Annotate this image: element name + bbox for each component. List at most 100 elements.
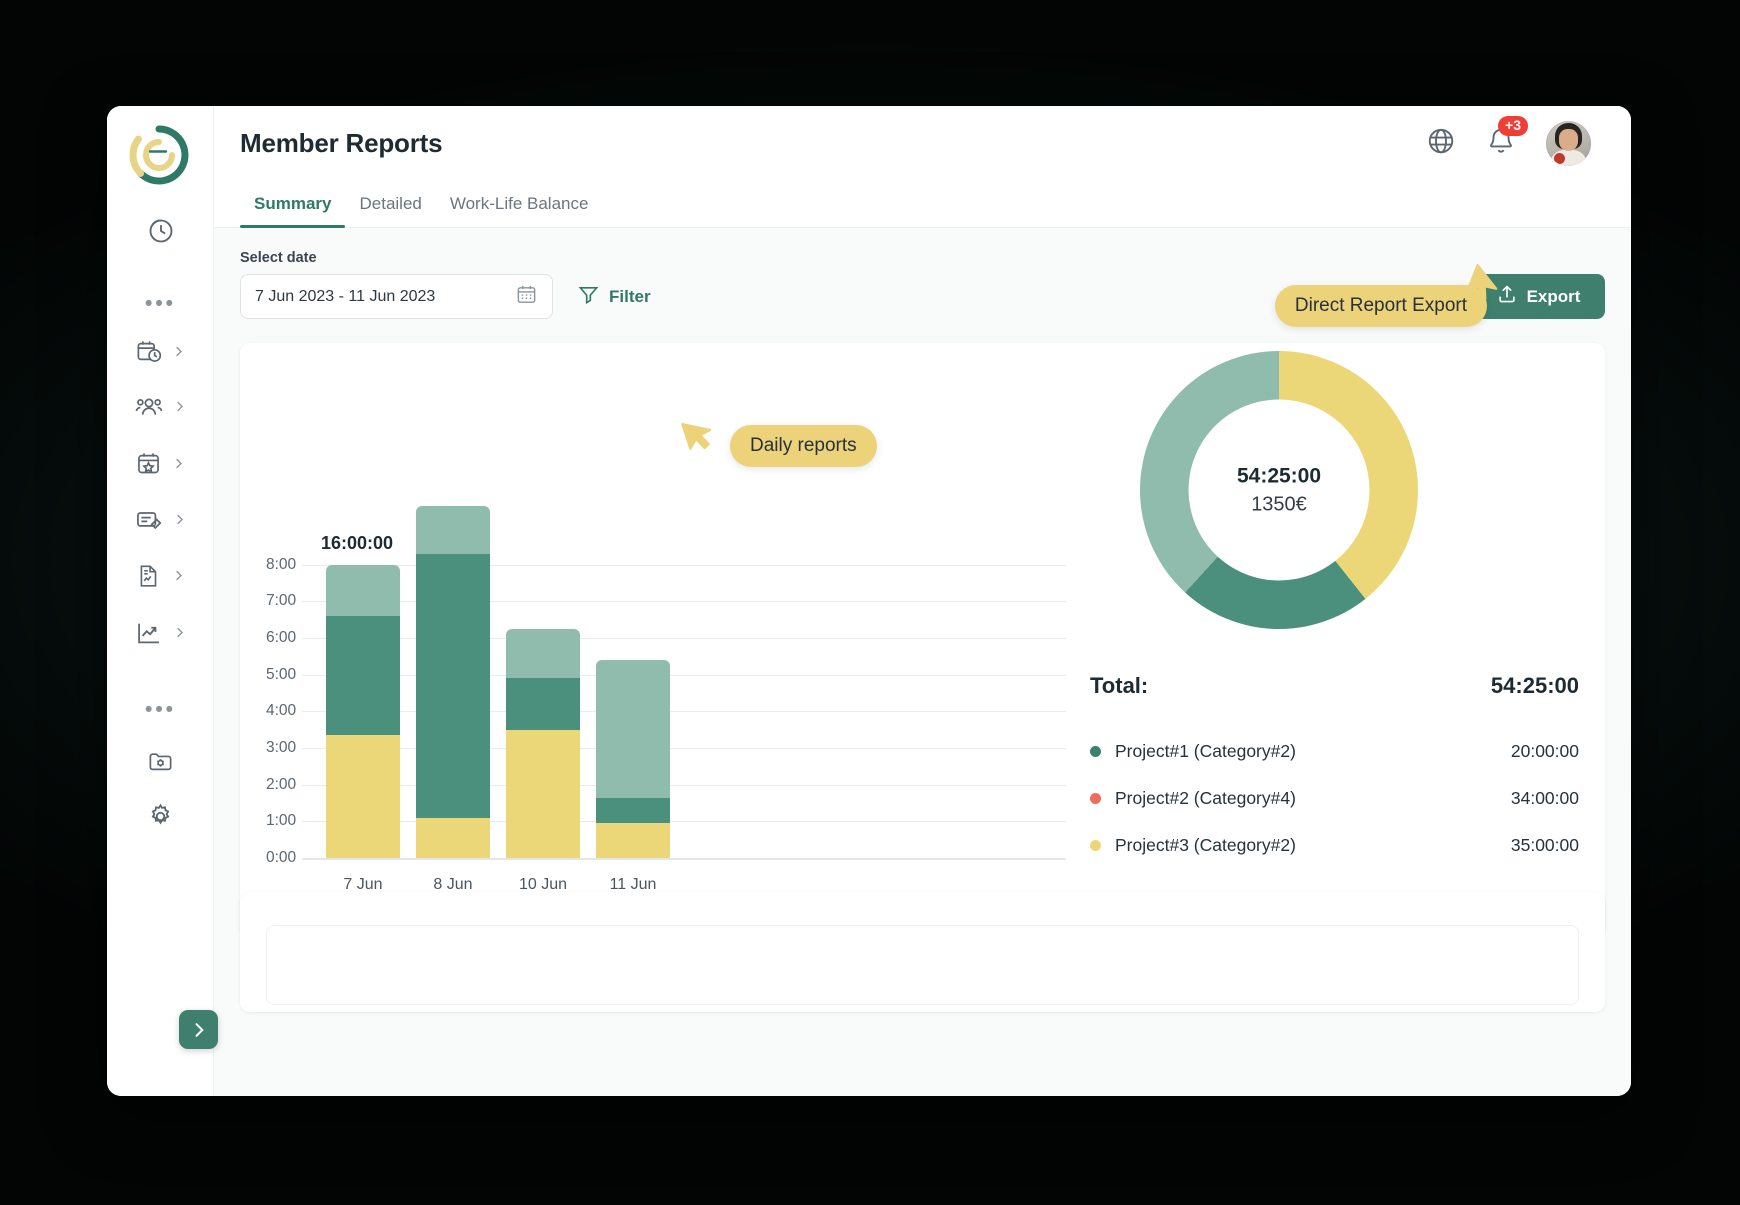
legend-dot-project-3 xyxy=(1090,840,1101,851)
project-legend: Project#1 (Category#2) 20:00:00 Project#… xyxy=(1090,741,1579,882)
document-chart-icon xyxy=(136,563,162,594)
projects-donut-chart: 54:25:00 1350€ xyxy=(1140,351,1418,629)
bar-segment xyxy=(416,817,490,858)
chevron-right-icon xyxy=(171,568,186,588)
bar-segment xyxy=(506,678,580,730)
bar-segment xyxy=(326,735,400,858)
content-column: Member Reports +3 Summary Detailed Work-… xyxy=(214,106,1631,1096)
page-body: Select date 7 Jun 2023 - 11 Jun 2023 Fil… xyxy=(214,228,1631,1096)
legend-dot-project-1 xyxy=(1090,746,1101,757)
donut-center: 54:25:00 1350€ xyxy=(1188,399,1370,581)
calendar-clock-icon xyxy=(135,338,162,370)
people-icon xyxy=(135,393,163,426)
bar-total-label: 16:00:00 xyxy=(321,532,394,553)
sidebar-item-reports[interactable] xyxy=(107,558,214,598)
plot-area: 0:00 1:00 2:00 3:00 4:00 5:00 6:00 7:00 8:00 7 Ju… xyxy=(266,506,1066,893)
trend-chart-icon xyxy=(135,619,163,652)
bar-segment xyxy=(596,797,670,824)
y-axis-tick-label: 7:00 xyxy=(266,592,297,610)
chevron-right-icon xyxy=(172,625,187,645)
notifications-button[interactable]: +3 xyxy=(1486,115,1528,161)
calendar-icon xyxy=(515,283,538,311)
funnel-icon xyxy=(577,283,600,311)
sidebar-item-notes[interactable] xyxy=(107,502,214,542)
date-range-input[interactable]: 7 Jun 2023 - 11 Jun 2023 xyxy=(240,274,553,319)
globe-icon[interactable] xyxy=(1426,126,1456,161)
date-picker-label: Select date xyxy=(240,250,317,266)
tab-work-life-balance[interactable]: Work-Life Balance xyxy=(436,194,603,227)
y-axis-tick-label: 2:00 xyxy=(266,775,297,793)
bar-segment xyxy=(596,660,670,798)
bar-segment xyxy=(596,823,670,858)
chevron-right-icon xyxy=(172,512,187,532)
bar-7-jun[interactable] xyxy=(326,564,400,858)
donut-total-time: 54:25:00 xyxy=(1236,464,1322,487)
topbar-actions: +3 xyxy=(1426,115,1591,166)
y-axis-tick-label: 1:00 xyxy=(266,812,297,830)
note-edit-icon xyxy=(135,506,163,539)
cursor-pointer-daily-icon xyxy=(678,415,720,462)
tab-summary[interactable]: Summary xyxy=(240,194,346,228)
bar-segment xyxy=(326,564,400,617)
reports-card: Daily reports 0:00 1:00 2:00 3:00 4:00 5:00 6:… xyxy=(240,343,1605,938)
tab-detailed[interactable]: Detailed xyxy=(345,194,435,227)
legend-label: Project#2 (Category#4) xyxy=(1115,788,1296,808)
y-axis-tick-label: 8:00 xyxy=(266,555,297,573)
app-window: ••• ••• Member Reports +3 Summary Detail… xyxy=(107,106,1631,1096)
filter-button[interactable]: Filter xyxy=(577,274,651,319)
bar-11-jun[interactable] xyxy=(596,660,670,858)
bar-10-jun[interactable] xyxy=(506,628,580,858)
tooltip-daily-reports: Daily reports xyxy=(730,425,877,467)
secondary-card xyxy=(240,892,1605,1012)
bar-8-jun[interactable] xyxy=(416,506,490,858)
chevron-right-icon xyxy=(171,344,186,364)
total-row: Total: 54:25:00 xyxy=(1090,673,1579,699)
sidebar-item-team[interactable] xyxy=(107,389,214,429)
controls-row: Select date 7 Jun 2023 - 11 Jun 2023 Fil… xyxy=(240,250,1605,327)
y-axis-tick-label: 4:00 xyxy=(266,702,297,720)
legend-dot-project-2 xyxy=(1090,793,1101,804)
sidebar-item-settings[interactable] xyxy=(107,796,214,836)
export-label: Export xyxy=(1526,286,1581,306)
summary-panel: 54:25:00 1350€ Total: 54:25:00 Project#1… xyxy=(1080,343,1605,938)
notification-badge: +3 xyxy=(1498,115,1528,136)
page-title: Member Reports xyxy=(240,127,443,158)
user-avatar[interactable] xyxy=(1546,120,1591,166)
bar-segment xyxy=(506,628,580,679)
bar-segment xyxy=(326,616,400,736)
legend-value: 34:00:00 xyxy=(1510,788,1579,808)
sidebar-item-attendance[interactable] xyxy=(107,334,214,374)
sidebar-more-1[interactable]: ••• xyxy=(107,288,214,318)
topbar: Member Reports +3 xyxy=(214,106,1631,180)
legend-label: Project#1 (Category#2) xyxy=(1115,741,1296,761)
legend-label: Project#3 (Category#2) xyxy=(1115,835,1296,855)
list-item[interactable]: Project#2 (Category#4) 34:00:00 xyxy=(1090,788,1579,809)
gridline xyxy=(302,858,1066,860)
more-dots-icon: ••• xyxy=(144,697,177,721)
y-axis-tick-label: 0:00 xyxy=(266,849,297,866)
y-axis-tick-label: 3:00 xyxy=(266,739,297,756)
sidebar-more-2[interactable]: ••• xyxy=(107,694,214,724)
gear-icon xyxy=(146,802,175,831)
legend-value: 35:00:00 xyxy=(1510,835,1579,855)
sidebar-item-projects[interactable] xyxy=(107,741,214,781)
total-value: 54:25:00 xyxy=(1490,673,1579,698)
bar-segment xyxy=(416,506,490,554)
sidebar: ••• ••• xyxy=(107,106,218,1096)
bar-segment xyxy=(506,729,580,858)
list-item[interactable]: Project#3 (Category#2) 35:00:00 xyxy=(1090,835,1579,856)
daily-bar-chart: Daily reports 0:00 1:00 2:00 3:00 4:00 5:00 6:… xyxy=(240,343,1080,938)
timer-icon xyxy=(147,217,175,245)
calendar-star-icon xyxy=(135,450,162,482)
cursor-pointer-export-icon xyxy=(1461,263,1505,313)
company-logo[interactable] xyxy=(125,121,193,189)
sidebar-item-schedule[interactable] xyxy=(107,446,214,486)
donut-total-money: 1350€ xyxy=(1251,493,1307,515)
sidebar-item-timer[interactable] xyxy=(107,211,214,251)
filter-label: Filter xyxy=(609,286,651,306)
sidebar-item-analytics[interactable] xyxy=(107,615,214,655)
sidebar-expand-button[interactable] xyxy=(179,1010,218,1049)
bar-segment xyxy=(416,553,490,818)
list-item[interactable]: Project#1 (Category#2) 20:00:00 xyxy=(1090,741,1579,762)
chevron-right-icon xyxy=(171,456,186,476)
